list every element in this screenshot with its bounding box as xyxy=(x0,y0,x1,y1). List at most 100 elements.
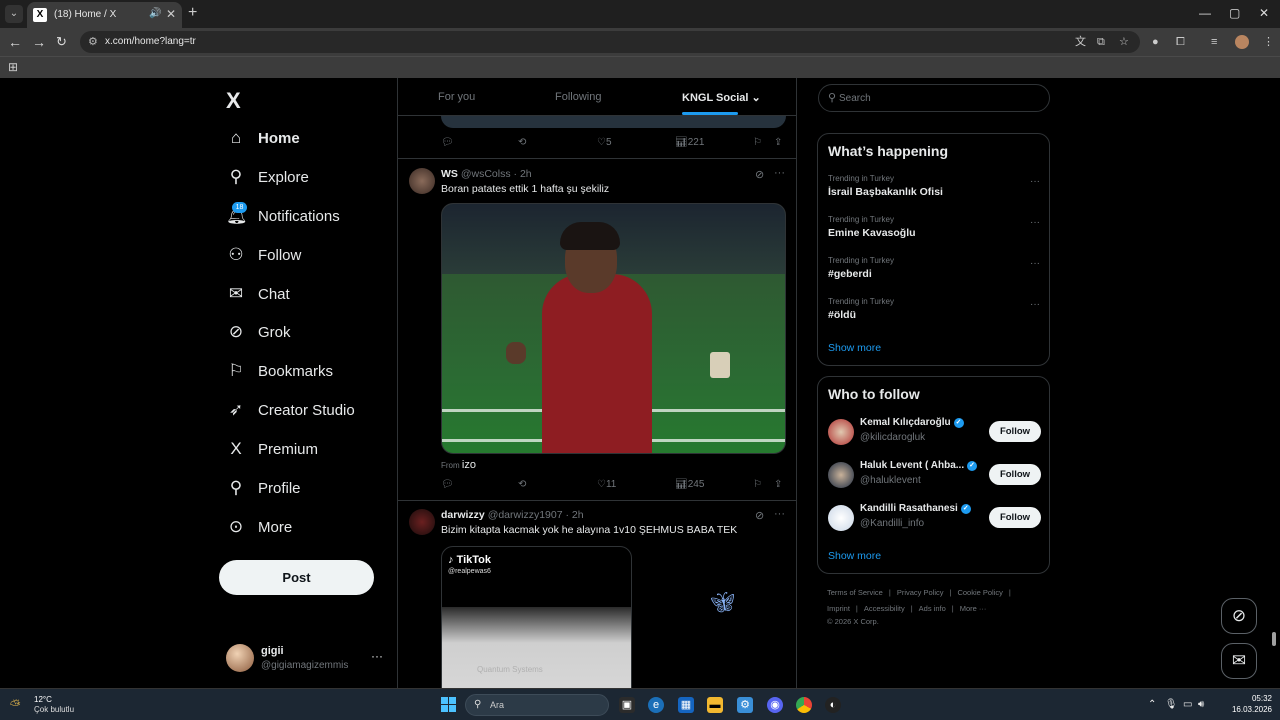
more-dots-icon[interactable]: ··· xyxy=(1030,176,1040,187)
sidebar-item-home[interactable]: ⌂ Home xyxy=(226,123,300,153)
messages-fab-button[interactable]: ✉ xyxy=(1221,643,1257,679)
sidebar-item-creator-studio[interactable]: ➶ Creator Studio xyxy=(226,395,355,425)
retweet-icon[interactable]: ⟲ xyxy=(518,479,526,490)
sidebar-item-follow[interactable]: ⚇ Follow xyxy=(226,240,301,270)
follow-button[interactable]: Follow xyxy=(989,507,1041,528)
trend-item[interactable]: Trending in Turkey #geberdi ··· xyxy=(828,256,1040,286)
imprint-link[interactable]: Imprint xyxy=(827,604,850,613)
close-window-button[interactable]: ✕ xyxy=(1259,6,1269,20)
sidebar-item-chat[interactable]: ✉ Chat xyxy=(226,279,290,309)
more-link[interactable]: More ··· xyxy=(960,604,987,613)
tab-following[interactable]: Following xyxy=(555,91,601,103)
discord-icon[interactable]: ◉ xyxy=(767,697,783,713)
profile-avatar-icon[interactable] xyxy=(1235,35,1249,49)
install-app-icon[interactable]: ⧉ xyxy=(1097,36,1105,48)
reload-button[interactable]: ↻ xyxy=(56,34,67,50)
extensions-icon[interactable]: ⧠ xyxy=(1176,36,1185,48)
task-view-icon[interactable]: ▣ xyxy=(619,697,635,713)
retweet-icon[interactable]: ⟲ xyxy=(518,137,526,148)
source-name[interactable]: izo xyxy=(462,459,476,471)
browser-menu-icon[interactable]: ⋮ xyxy=(1263,36,1274,48)
reading-list-icon[interactable]: ≡ xyxy=(1211,36,1217,48)
accessibility-link[interactable]: Accessibility xyxy=(864,604,905,613)
chevron-up-icon[interactable]: ⌃ xyxy=(1148,699,1156,710)
tweet-time[interactable]: 2h xyxy=(520,168,532,180)
avatar[interactable] xyxy=(409,168,435,194)
sidebar-item-explore[interactable]: ⚲ Explore xyxy=(226,162,309,192)
account-switcher[interactable]: gigii @gigiamagizemmis ··· xyxy=(226,640,386,680)
bookmark-icon[interactable]: ⚐ xyxy=(753,137,762,148)
follow-suggestion[interactable]: Kandilli Rasathanesi ✓ @Kandilli_info Fol… xyxy=(828,503,1041,535)
file-explorer-icon[interactable]: ▬ xyxy=(707,697,723,713)
trend-item[interactable]: Trending in Turkey Emine Kavasoğlu ··· xyxy=(828,215,1040,245)
more-dots-icon[interactable]: ··· xyxy=(1030,258,1040,269)
more-dots-icon[interactable]: ··· xyxy=(774,167,785,179)
weather-widget[interactable]: ⛅︎ 12°C Çok bulutlu xyxy=(10,694,90,718)
maximize-button[interactable]: ▢ xyxy=(1229,6,1240,20)
bookmark-icon[interactable]: ⚐ xyxy=(753,479,762,490)
browser-tab[interactable]: X (18) Home / X 🔊 ✕ xyxy=(27,2,182,28)
avatar[interactable] xyxy=(409,509,435,535)
speaker-icon[interactable]: 🔊 xyxy=(149,8,161,19)
grok-icon[interactable]: ⊘ xyxy=(755,168,764,181)
follow-button[interactable]: Follow xyxy=(989,464,1041,485)
follow-button[interactable]: Follow xyxy=(989,421,1041,442)
ads-info-link[interactable]: Ads info xyxy=(919,604,946,613)
previous-tweet-media[interactable] xyxy=(441,116,786,128)
tab-search-dropdown[interactable]: ⌄ xyxy=(5,5,23,23)
store-icon[interactable]: ▦ xyxy=(678,697,694,713)
sidebar-item-more[interactable]: ⊙ More xyxy=(226,512,292,542)
author-handle[interactable]: @darwizzy1907 xyxy=(488,509,563,521)
monitor-icon[interactable]: ▭ xyxy=(1183,699,1192,710)
bookmark-star-icon[interactable]: ☆ xyxy=(1119,36,1129,48)
edge-icon[interactable]: e xyxy=(648,697,664,713)
search-box[interactable]: ⚲ xyxy=(818,84,1050,112)
sidebar-item-notifications[interactable]: 🔔︎ 18 Notifications xyxy=(226,201,340,231)
reply-icon[interactable]: 💬︎ xyxy=(441,137,454,148)
like-button[interactable]: ♡ 11 xyxy=(597,479,616,490)
start-button[interactable] xyxy=(441,697,456,712)
follow-suggestion[interactable]: Kemal Kılıçdaroğlu ✓ @kilicdarogluk Follo… xyxy=(828,417,1041,449)
sidebar-item-premium[interactable]: X Premium xyxy=(226,434,318,464)
tab-kngl-social[interactable]: KNGL Social ⌄ xyxy=(682,91,761,104)
author-name[interactable]: darwizzy xyxy=(441,509,485,521)
translate-icon[interactable]: 文 xyxy=(1075,36,1086,48)
forward-button[interactable]: → xyxy=(32,34,46,50)
views-button[interactable]: 📊︎ 221 xyxy=(675,137,704,148)
more-dots-icon[interactable]: ··· xyxy=(1030,217,1040,228)
scrollbar-thumb[interactable] xyxy=(1272,632,1276,646)
microphone-icon[interactable]: 🎙︎ xyxy=(1165,699,1178,710)
sidebar-item-bookmarks[interactable]: ⚐ Bookmarks xyxy=(226,356,333,386)
volume-icon[interactable]: 🔊︎ xyxy=(1198,699,1204,710)
search-input[interactable] xyxy=(839,90,1039,106)
extension-avatar-icon[interactable]: ● xyxy=(1152,36,1159,48)
avatar[interactable] xyxy=(828,505,854,531)
author-name[interactable]: WS xyxy=(441,168,458,180)
apps-grid-icon[interactable]: ⊞ xyxy=(8,60,18,74)
avatar[interactable] xyxy=(828,419,854,445)
site-info-icon[interactable]: ⚙ xyxy=(88,35,98,48)
minimize-button[interactable]: — xyxy=(1199,6,1211,20)
back-button[interactable]: ← xyxy=(8,34,22,50)
follow-suggestion[interactable]: Haluk Levent ( Ahba... ✓ @haluklevent Fol… xyxy=(828,460,1041,492)
settings-app-icon[interactable]: ⚙ xyxy=(737,697,753,713)
like-button[interactable]: ♡ 5 xyxy=(597,137,612,148)
address-bar[interactable]: ⚙ x.com/home?lang=tr xyxy=(80,31,1140,53)
more-dots-icon[interactable]: ··· xyxy=(774,508,785,520)
more-dots-icon[interactable]: ··· xyxy=(1030,299,1040,310)
privacy-link[interactable]: Privacy Policy xyxy=(897,588,944,597)
show-more-link[interactable]: Show more xyxy=(828,550,881,562)
tab-for-you[interactable]: For you xyxy=(438,91,475,103)
post-button[interactable]: Post xyxy=(219,560,374,595)
more-dots-icon[interactable]: ··· xyxy=(371,649,383,663)
close-tab-icon[interactable]: ✕ xyxy=(166,7,176,21)
share-icon[interactable]: ⇪ xyxy=(774,479,782,490)
avatar[interactable] xyxy=(828,462,854,488)
grok-icon[interactable]: ⊘ xyxy=(755,509,764,522)
grok-fab-button[interactable]: ⊘ xyxy=(1221,598,1257,634)
trend-item[interactable]: Trending in Turkey #öldü ··· xyxy=(828,297,1040,327)
tweet-time[interactable]: 2h xyxy=(572,509,584,521)
trend-item[interactable]: Trending in Turkey İsrail Başbakanlık Of… xyxy=(828,174,1040,204)
views-button[interactable]: 📊︎ 245 xyxy=(675,479,704,490)
clock[interactable]: 05:32 16.03.2026 xyxy=(1226,693,1272,715)
